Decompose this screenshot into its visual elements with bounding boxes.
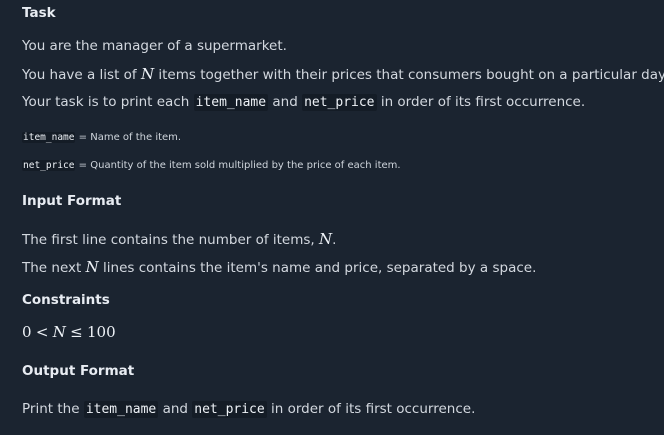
constraints-heading: Constraints (22, 292, 110, 308)
output-line-and: and (162, 401, 188, 417)
input-line-2-end: lines contains the item's name and price… (103, 260, 537, 276)
constraint-lower: 0 (22, 323, 32, 341)
problem-statement: Task You are the manager of a supermarke… (0, 0, 664, 435)
task-heading: Task (22, 5, 56, 21)
definition-text: = Quantity of the item sold multiplied b… (78, 160, 401, 171)
input-line-2-start: The next (22, 260, 82, 276)
code-net-price: net_price (192, 401, 267, 418)
var-n: N (85, 258, 99, 276)
var-n: N (319, 230, 333, 248)
constraint-upper: 100 (87, 323, 116, 341)
output-format-heading: Output Format (22, 363, 135, 379)
definition-net-price: net_price = Quantity of the item sold mu… (22, 159, 401, 173)
definition-text: = Name of the item. (78, 132, 182, 143)
task-line-3-and: and (272, 94, 298, 110)
definition-item-name: item_name = Name of the item. (22, 131, 181, 145)
task-line-3: Your task is to print each item_name and… (22, 92, 585, 113)
task-line-2-end: items together with their prices that co… (158, 67, 664, 83)
input-format-heading: Input Format (22, 193, 122, 209)
input-line-1: The first line contains the number of it… (22, 229, 336, 250)
constraint-op-le: ≤ (70, 323, 83, 341)
code-item-name: item_name (83, 401, 159, 418)
definition-code: net_price (22, 160, 76, 171)
input-line-2: The next N lines contains the item's nam… (22, 257, 536, 278)
input-line-1-end: . (332, 232, 337, 248)
output-line: Print the item_name and net_price in ord… (22, 399, 475, 420)
var-n: N (140, 65, 155, 83)
output-line-start: Print the (22, 401, 80, 417)
var-n: N (52, 323, 66, 341)
code-item-name: item_name (193, 94, 269, 111)
constraint-expression: 0 < N ≤ 100 (22, 322, 116, 343)
task-line-3-end: in order of its first occurrence. (380, 94, 586, 110)
input-line-1-start: The first line contains the number of it… (22, 232, 315, 248)
constraint-op-lt: < (35, 323, 49, 341)
task-line-2-start: You have a list of (22, 67, 137, 83)
task-line-3-start: Your task is to print each (22, 94, 190, 110)
output-line-end: in order of its first occurrence. (271, 401, 476, 417)
task-line-1: You are the manager of a supermarket. (22, 38, 287, 54)
code-net-price: net_price (302, 94, 377, 111)
definition-code: item_name (22, 132, 76, 143)
task-line-2: You have a list of N items together with… (22, 64, 664, 85)
